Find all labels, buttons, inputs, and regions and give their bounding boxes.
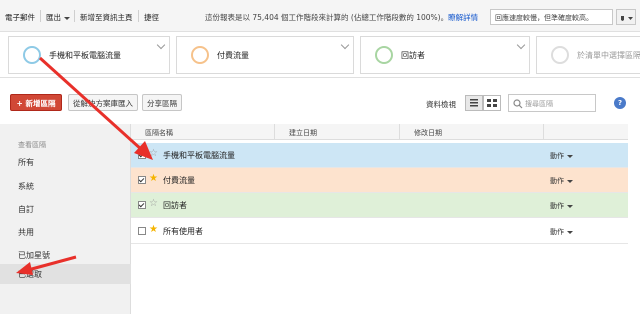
star-icon[interactable]: ★	[149, 173, 158, 185]
chevron-down-icon	[567, 179, 573, 183]
action-label: 動作	[550, 152, 564, 160]
export-button[interactable]: 匯出	[46, 12, 70, 23]
segment-color-ring	[23, 46, 41, 64]
search-placeholder: 搜尋區隔	[525, 100, 553, 108]
chevron-down-icon	[64, 16, 70, 20]
segment-search-input[interactable]: 搜尋區隔	[508, 94, 596, 112]
sampling-notice: 這份報表是以 75,404 個工作階段來計算的 (佔總工作階段數的 100%)。…	[205, 12, 478, 23]
table-row[interactable]: ☆ 回訪者 動作	[131, 193, 628, 218]
report-toolbar: 電子郵件 匯出 新增至資訊主頁 捷徑 這份報表是以 75,404 個工作階段來計…	[0, 0, 640, 32]
column-header-created[interactable]: 建立日期	[289, 128, 317, 138]
list-icon	[470, 99, 478, 107]
column-divider	[274, 124, 275, 140]
chevron-down-icon[interactable]	[156, 40, 166, 50]
row-action-menu[interactable]: 動作	[550, 201, 573, 211]
segment-color-ring	[375, 46, 393, 64]
export-label: 匯出	[46, 13, 61, 22]
segment-color-ring	[551, 46, 569, 64]
column-divider	[399, 124, 400, 140]
table-row[interactable]: ★ 所有使用者 動作	[131, 219, 628, 244]
shortcut-button[interactable]: 捷徑	[144, 12, 159, 23]
chevron-down-icon[interactable]	[516, 40, 526, 50]
segment-picker-bar: 手機和平板電腦流量 付費流量 回訪者 於清單中選擇區隔	[0, 32, 640, 78]
email-button[interactable]: 電子郵件	[5, 12, 35, 23]
grid-view-button[interactable]	[483, 95, 501, 111]
row-checkbox[interactable]	[138, 176, 146, 184]
segment-table-header: 區隔名稱 建立日期 修改日期	[131, 124, 628, 140]
grid-icon	[487, 99, 497, 107]
row-action-menu[interactable]: 動作	[550, 176, 573, 186]
toolbar-divider	[74, 10, 75, 22]
new-segment-button[interactable]: + 新增區隔	[10, 94, 62, 111]
table-row[interactable]: ★ 付費流量 動作	[131, 168, 628, 193]
segment-card-label: 手機和平板電腦流量	[49, 51, 121, 60]
speed-options-button[interactable]	[616, 9, 636, 25]
filter-item-all[interactable]: 所有	[0, 152, 131, 172]
list-view-button[interactable]	[465, 95, 483, 111]
segment-name[interactable]: 手機和平板電腦流量	[163, 150, 235, 161]
segment-card-label: 付費流量	[217, 51, 249, 60]
sampling-speed-select[interactable]: 回應速度較慢，但準確度較高。	[490, 9, 613, 25]
filter-heading: 查看區隔	[18, 141, 46, 149]
star-icon[interactable]: ☆	[149, 198, 158, 210]
segment-card-label: 回訪者	[401, 51, 425, 60]
column-header-modified[interactable]: 修改日期	[414, 128, 442, 138]
segment-card-choose[interactable]: 於清單中選擇區隔	[536, 36, 640, 74]
chevron-down-icon	[567, 230, 573, 234]
segment-color-ring	[191, 46, 209, 64]
row-checkbox[interactable]	[138, 227, 146, 235]
segment-card-returning[interactable]: 回訪者	[360, 36, 530, 74]
toolbar-divider	[138, 10, 139, 22]
import-gallery-button[interactable]: 從解決方案庫匯入	[68, 94, 138, 111]
view-label: 資料檢視	[426, 100, 456, 109]
action-label: 動作	[550, 177, 564, 185]
learn-more-link[interactable]: 瞭解詳情	[448, 13, 478, 22]
filter-item-shared[interactable]: 共用	[0, 222, 131, 242]
filter-item-selected[interactable]: 已選取	[0, 264, 131, 284]
segment-card-paid[interactable]: 付費流量	[176, 36, 354, 74]
help-icon[interactable]: ?	[614, 97, 626, 109]
star-icon[interactable]: ☆	[149, 148, 158, 160]
segment-name[interactable]: 所有使用者	[163, 226, 203, 237]
share-segments-button[interactable]: 分享區隔	[142, 94, 182, 111]
star-icon[interactable]: ★	[149, 224, 158, 236]
column-header-name[interactable]: 區隔名稱	[145, 128, 173, 138]
row-action-menu[interactable]: 動作	[550, 151, 573, 161]
column-divider	[543, 124, 544, 140]
filter-item-starred[interactable]: 已加星號	[0, 245, 131, 265]
segment-name[interactable]: 付費流量	[163, 175, 195, 186]
row-checkbox[interactable]	[138, 201, 146, 209]
action-label: 動作	[550, 228, 564, 236]
row-checkbox[interactable]	[138, 151, 146, 159]
sampling-text: 這份報表是以 75,404 個工作階段來計算的 (佔總工作階段數的 100%)。	[205, 13, 449, 22]
add-to-dashboard-button[interactable]: 新增至資訊主頁	[80, 12, 133, 23]
chevron-down-icon	[567, 154, 573, 158]
row-action-menu[interactable]: 動作	[550, 227, 573, 237]
action-label: 動作	[550, 202, 564, 210]
chevron-down-icon[interactable]	[340, 40, 350, 50]
filter-item-system[interactable]: 系統	[0, 176, 131, 196]
search-icon	[513, 99, 523, 109]
segment-card-label: 於清單中選擇區隔	[577, 51, 640, 60]
toolbar-divider	[40, 10, 41, 22]
table-row[interactable]: ☆ 手機和平板電腦流量 動作	[131, 143, 628, 168]
shield-chevron-icon	[621, 16, 633, 21]
chevron-down-icon	[567, 204, 573, 208]
segment-name[interactable]: 回訪者	[163, 200, 187, 211]
segment-card-mobile[interactable]: 手機和平板電腦流量	[8, 36, 170, 74]
filter-item-custom[interactable]: 自訂	[0, 199, 131, 219]
